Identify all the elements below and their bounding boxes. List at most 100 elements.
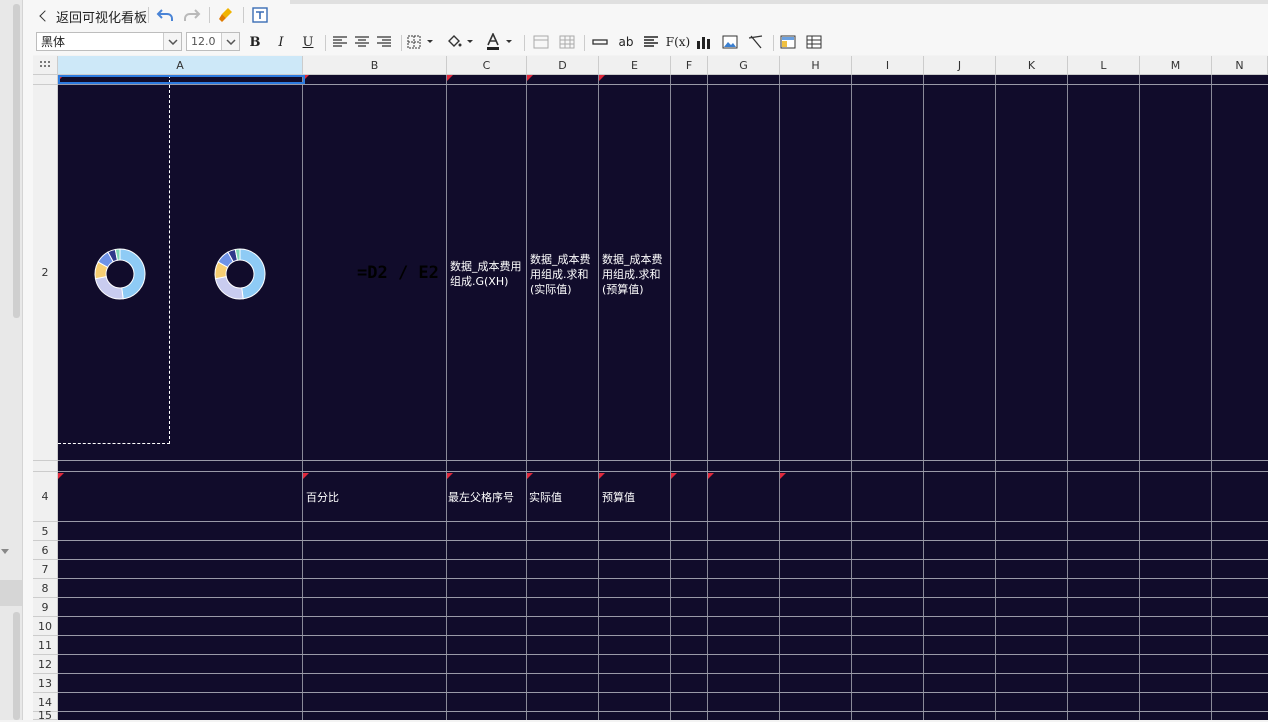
row-header[interactable]: 5	[33, 522, 58, 541]
align-center-button[interactable]	[352, 32, 372, 52]
cell-c4[interactable]: 最左父格序号	[448, 490, 514, 505]
divider	[773, 35, 774, 51]
divider	[584, 35, 585, 51]
italic-icon: I	[278, 34, 284, 50]
insert-chart-button[interactable]	[694, 32, 714, 52]
column-header-k[interactable]: K	[996, 56, 1068, 75]
row-header[interactable]	[33, 75, 58, 85]
grid-line	[923, 75, 924, 720]
row-header[interactable]: 2	[33, 85, 58, 461]
grid-line	[598, 75, 599, 720]
column-header-b[interactable]: B	[303, 56, 447, 75]
grid-line	[58, 673, 1268, 674]
paragraph-button[interactable]	[641, 32, 661, 52]
column-header-g[interactable]: G	[708, 56, 780, 75]
donut-slice-1[interactable]	[239, 248, 266, 300]
donut-slice-2[interactable]	[94, 276, 124, 300]
row-header[interactable]: 10	[33, 617, 58, 636]
row-header[interactable]: 8	[33, 579, 58, 598]
divider	[401, 35, 402, 51]
donut-slice-2[interactable]	[214, 276, 244, 300]
insert-image-button[interactable]	[720, 32, 740, 52]
font-family-select[interactable]: 黑体	[36, 32, 182, 51]
cell-marker-flag	[527, 75, 533, 81]
italic-button[interactable]: I	[271, 32, 291, 52]
preview-button[interactable]	[250, 5, 270, 25]
cell-d2[interactable]: 数据_成本费用组成.求和(实际值)	[530, 252, 600, 297]
column-header-j[interactable]: J	[924, 56, 996, 75]
sheet-canvas[interactable]: =D2 / E2 数据_成本费用组成.G(XH) 数据_成本费用组成.求和(实际…	[58, 75, 1268, 720]
grid-line	[302, 75, 303, 720]
row-header[interactable]: 4	[33, 472, 58, 522]
undo-button[interactable]	[155, 5, 175, 25]
column-header-e[interactable]: E	[599, 56, 671, 75]
insert-row-button[interactable]	[590, 32, 610, 52]
row-header[interactable]: 15	[33, 709, 58, 722]
grid-line	[446, 75, 447, 720]
cell-marker-flag	[447, 75, 453, 81]
row-header[interactable]	[33, 461, 58, 472]
donut-chart-1[interactable]	[89, 243, 151, 305]
split-cells-button[interactable]	[557, 32, 577, 52]
column-header-f[interactable]: F	[671, 56, 708, 75]
column-header-l[interactable]: L	[1068, 56, 1140, 75]
donut-chart-2[interactable]	[209, 243, 271, 305]
grid-line	[58, 578, 1268, 579]
left-scrollbar-lower[interactable]	[13, 612, 20, 720]
underline-button[interactable]: U	[298, 32, 318, 52]
chevron-down-icon[interactable]	[221, 33, 239, 50]
column-header-i[interactable]: I	[852, 56, 924, 75]
left-panel-tab[interactable]	[0, 580, 22, 606]
row-header[interactable]: 9	[33, 598, 58, 617]
fill-color-button[interactable]	[445, 32, 477, 52]
cell-marker-flag	[780, 473, 786, 479]
text-button[interactable]: ab	[616, 32, 636, 52]
column-header-d[interactable]: D	[527, 56, 599, 75]
column-header-a[interactable]: A	[58, 56, 303, 75]
row-header[interactable]: 13	[33, 674, 58, 693]
donut-slice-1[interactable]	[119, 248, 146, 300]
border-button[interactable]	[406, 32, 438, 52]
select-all-corner[interactable]	[33, 56, 58, 75]
cell-selection[interactable]	[58, 75, 305, 84]
row-header[interactable]: 6	[33, 541, 58, 560]
chevron-left-icon	[39, 10, 51, 22]
redo-button[interactable]	[182, 5, 202, 25]
align-left-button[interactable]	[330, 32, 350, 52]
cell-d4[interactable]: 实际值	[529, 490, 562, 505]
grid-line	[58, 616, 1268, 617]
format-painter-button[interactable]	[216, 5, 236, 25]
redo-icon	[184, 9, 201, 21]
grid-line	[58, 711, 1268, 712]
left-scrollbar[interactable]	[13, 4, 20, 318]
table-attr-button[interactable]	[804, 32, 824, 52]
merge-cells-button[interactable]	[531, 32, 551, 52]
cell-e2[interactable]: 数据_成本费用组成.求和(预算值)	[602, 252, 672, 297]
back-to-dashboard-button[interactable]: 返回可视化看板	[39, 6, 147, 26]
row-header[interactable]: 12	[33, 655, 58, 674]
align-right-button[interactable]	[374, 32, 394, 52]
collapse-arrow-icon[interactable]	[1, 549, 9, 554]
font-size-value: 12.0	[191, 35, 216, 48]
column-header-c[interactable]: C	[447, 56, 527, 75]
cell-attr-button[interactable]	[778, 32, 798, 52]
grid-line	[851, 75, 852, 720]
font-color-button[interactable]	[483, 32, 517, 52]
cell-b2-formula[interactable]: =D2 / E2	[357, 263, 439, 283]
font-size-select[interactable]: 12.0	[186, 32, 240, 51]
row-icon	[592, 39, 608, 45]
row-header[interactable]: 11	[33, 636, 58, 655]
cell-b4[interactable]: 百分比	[306, 490, 339, 505]
column-header-n[interactable]: N	[1212, 56, 1268, 75]
bold-button[interactable]: B	[245, 32, 265, 52]
column-header-h[interactable]: H	[780, 56, 852, 75]
brush-icon	[219, 8, 232, 22]
slash-button[interactable]	[746, 32, 766, 52]
grid-line	[526, 75, 527, 720]
row-header[interactable]: 7	[33, 560, 58, 579]
chevron-down-icon[interactable]	[163, 33, 181, 50]
cell-c2[interactable]: 数据_成本费用组成.G(XH)	[450, 259, 530, 289]
column-header-m[interactable]: M	[1140, 56, 1212, 75]
cell-e4[interactable]: 预算值	[602, 490, 635, 505]
formula-button[interactable]: F(x)	[666, 32, 690, 52]
